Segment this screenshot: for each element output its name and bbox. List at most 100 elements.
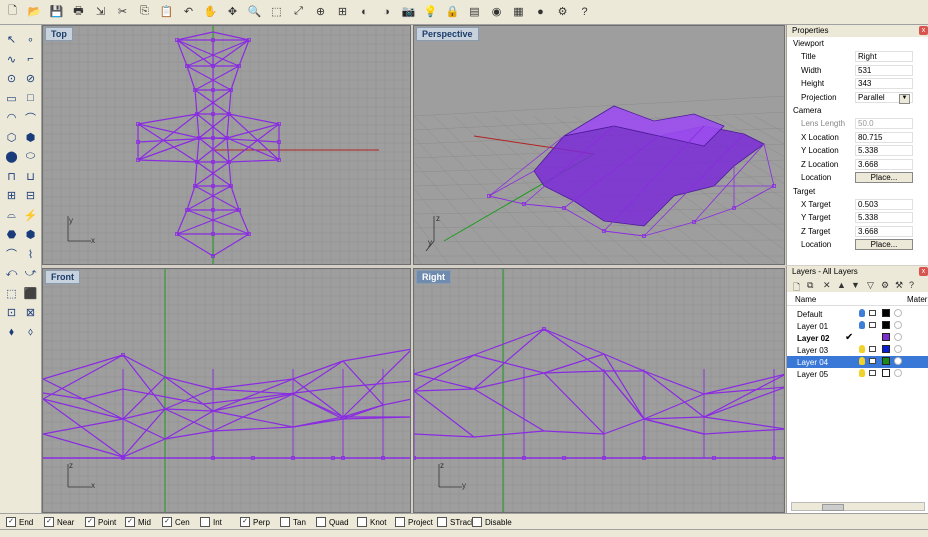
- osnap-knot[interactable]: Knot: [357, 517, 386, 527]
- layer-row[interactable]: Layer 01: [787, 320, 928, 332]
- help-icon[interactable]: ?: [909, 280, 914, 290]
- viewport-front-canvas[interactable]: [43, 269, 411, 513]
- lightbulb-icon[interactable]: [859, 369, 865, 377]
- checkbox[interactable]: ✓: [85, 517, 95, 527]
- lock-icon[interactable]: [869, 322, 876, 328]
- layer-color-swatch[interactable]: [882, 369, 890, 377]
- layer-icon[interactable]: ▤: [466, 3, 483, 20]
- print-icon[interactable]: 🖶: [70, 3, 87, 20]
- camera-icon[interactable]: 📷: [400, 3, 417, 20]
- tool-button-29[interactable]: ⊠: [22, 304, 39, 321]
- viewport-top-canvas[interactable]: [43, 26, 411, 265]
- checkbox[interactable]: [316, 517, 326, 527]
- checkbox[interactable]: [357, 517, 367, 527]
- tool-button-16[interactable]: ⊞: [3, 187, 20, 204]
- target-z-field[interactable]: 3.668: [855, 225, 913, 237]
- viewport-right-title[interactable]: Right: [416, 270, 451, 284]
- viewport-right-canvas[interactable]: [414, 269, 785, 513]
- target-y-field[interactable]: 5.338: [855, 212, 913, 223]
- layer-row[interactable]: Layer 03: [787, 344, 928, 356]
- cut-icon[interactable]: ✂: [114, 3, 131, 20]
- move-icon[interactable]: ✥: [224, 3, 241, 20]
- layer-row[interactable]: Layer 02 ✔: [787, 332, 928, 344]
- tools-icon[interactable]: ⚒: [895, 280, 903, 291]
- layer-color-swatch[interactable]: [882, 321, 890, 329]
- tool-button-14[interactable]: ⊓: [3, 168, 20, 185]
- layer-name[interactable]: Layer 04: [797, 358, 828, 367]
- layer-name[interactable]: Layer 01: [797, 322, 828, 331]
- lightbulb-icon[interactable]: [859, 309, 865, 317]
- title-field[interactable]: Right: [855, 51, 913, 62]
- material-column-header[interactable]: Mater: [907, 295, 927, 304]
- tool-button-30[interactable]: ⬧: [3, 324, 20, 341]
- tool-button-3[interactable]: ⌐: [22, 51, 39, 68]
- checkbox[interactable]: [437, 517, 447, 527]
- tool-button-6[interactable]: ▭: [3, 90, 20, 107]
- tool-button-4[interactable]: ⊙: [3, 70, 20, 87]
- osnap-disable[interactable]: Disable: [472, 517, 512, 527]
- tool-button-8[interactable]: ◠: [3, 109, 20, 126]
- tool-button-17[interactable]: ⊟: [22, 187, 39, 204]
- viewport-top[interactable]: Top y x: [42, 25, 411, 265]
- checkbox[interactable]: [280, 517, 290, 527]
- camera-y-field[interactable]: 5.338: [855, 145, 913, 156]
- target-place-button[interactable]: Place...: [855, 239, 913, 250]
- new-icon[interactable]: 🗋: [4, 3, 21, 20]
- help-icon[interactable]: ?: [576, 3, 593, 20]
- osnap-end[interactable]: ✓ End: [6, 517, 33, 527]
- layer-color-swatch[interactable]: [882, 357, 890, 365]
- tool-button-23[interactable]: ⌇: [22, 246, 39, 263]
- zoom-selected-icon[interactable]: ⊕: [312, 3, 329, 20]
- zoom-window-icon[interactable]: ⬚: [268, 3, 285, 20]
- checkbox[interactable]: [200, 517, 210, 527]
- projection-select[interactable]: Parallel ▼: [855, 91, 913, 104]
- lightbulb-icon[interactable]: [859, 321, 865, 329]
- osnap-point[interactable]: ✓ Point: [85, 517, 116, 527]
- tool-button-28[interactable]: ⊡: [3, 304, 20, 321]
- osnap-perp[interactable]: ✓ Perp: [240, 517, 270, 527]
- viewport-perspective-title[interactable]: Perspective: [416, 27, 479, 41]
- layer-row[interactable]: Default: [787, 308, 928, 320]
- tool-button-27[interactable]: ⬛: [22, 285, 39, 302]
- layer-color-swatch[interactable]: [882, 309, 890, 317]
- tool-button-1[interactable]: ∘: [22, 31, 39, 48]
- checkbox[interactable]: [395, 517, 405, 527]
- material-icon[interactable]: [894, 369, 902, 377]
- viewport-front-title[interactable]: Front: [45, 270, 80, 284]
- new-sublayer-icon[interactable]: ⧉: [807, 280, 813, 291]
- chevron-down-icon[interactable]: ▼: [899, 93, 910, 104]
- target-x-field[interactable]: 0.503: [855, 198, 913, 210]
- width-field[interactable]: 531: [855, 64, 913, 76]
- viewport-perspective[interactable]: Perspective z y: [413, 25, 785, 265]
- material-icon[interactable]: [894, 321, 902, 329]
- tool-button-25[interactable]: ⤻: [22, 265, 39, 282]
- camera-place-button[interactable]: Place...: [855, 172, 913, 183]
- osnap-near[interactable]: ✓ Near: [44, 517, 74, 527]
- tool-button-21[interactable]: ⬢: [22, 226, 39, 243]
- color-icon[interactable]: ◉: [488, 3, 505, 20]
- properties-icon[interactable]: ⚙: [881, 280, 889, 291]
- hide-icon[interactable]: ◐: [356, 3, 373, 20]
- show-icon[interactable]: ◑: [378, 3, 395, 20]
- tool-button-12[interactable]: ⬤: [3, 148, 20, 165]
- lock-icon[interactable]: 🔒: [444, 3, 461, 20]
- save-icon[interactable]: 💾: [48, 3, 65, 20]
- import-icon[interactable]: ⇲: [92, 3, 109, 20]
- layer-row[interactable]: Layer 04: [787, 356, 928, 368]
- zoom-icon[interactable]: 🔍: [246, 3, 263, 20]
- pan-icon[interactable]: ✋: [202, 3, 219, 20]
- osnap-project[interactable]: Project: [395, 517, 433, 527]
- scrollbar-thumb[interactable]: [822, 504, 844, 511]
- osnap-quad[interactable]: Quad: [316, 517, 349, 527]
- lock-icon[interactable]: [869, 370, 876, 376]
- tool-button-24[interactable]: ⤺: [3, 265, 20, 282]
- viewport-right[interactable]: Right z y: [413, 268, 785, 513]
- name-column-header[interactable]: Name: [795, 295, 816, 304]
- move-down-icon[interactable]: ▼: [851, 280, 860, 290]
- options-icon[interactable]: ⚙: [554, 3, 571, 20]
- osnap-mid[interactable]: ✓ Mid: [125, 517, 151, 527]
- camera-z-field[interactable]: 3.668: [855, 158, 913, 170]
- copy-icon[interactable]: ⎘: [136, 3, 153, 20]
- checkbox[interactable]: ✓: [125, 517, 135, 527]
- zoom-extents-icon[interactable]: ⤢: [290, 3, 307, 20]
